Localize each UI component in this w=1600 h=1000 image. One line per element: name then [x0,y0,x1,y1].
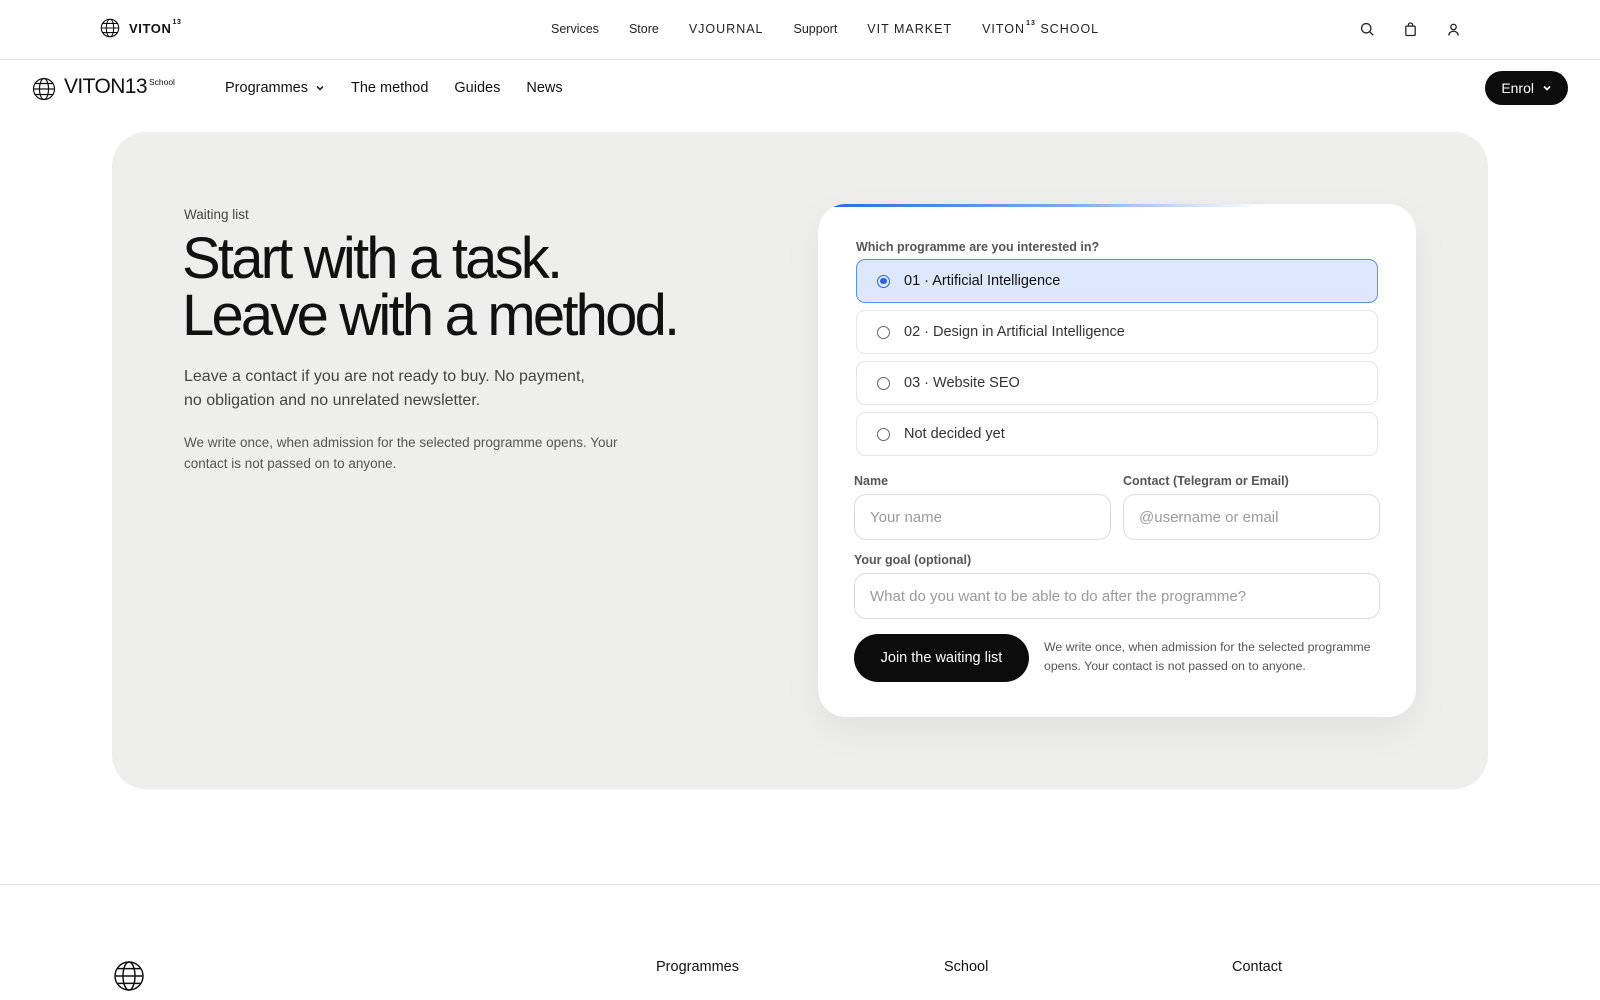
bag-icon[interactable] [1402,21,1419,38]
nav-programmes-label: Programmes [225,80,308,96]
brand-suffix: School [148,77,175,87]
nav-services[interactable]: Services [551,22,599,36]
programme-option-website-seo[interactable]: 03 · Website SEO [856,361,1378,405]
school-nav: VITON13 School Programmes The method Gui… [0,60,1600,118]
lead-text: Leave a contact if you are not ready to … [184,368,585,409]
option-label: 01 · Artificial Intelligence [904,273,1061,289]
footer-col-contact: Contact [1232,959,1282,975]
accent-bar [832,204,1262,207]
waiting-list-hero: Waiting list Start with a task. Leave wi… [112,132,1488,789]
headline-line-2: Leave with a method. [182,283,680,348]
footer: Programmes School Contact [0,884,1600,1000]
waiting-list-form: Which programme are you interested in? 0… [818,204,1416,717]
global-nav: Services Store VJOURNAL Support VIT MARK… [551,20,1099,36]
headline-line-1: Start with a task. [182,226,563,291]
programme-option-not-decided[interactable]: Not decided yet [856,412,1378,456]
programme-question: Which programme are you interested in? [856,240,1100,254]
join-waiting-list-button[interactable]: Join the waiting list [854,634,1029,682]
option-label: 03 · Website SEO [904,375,1020,391]
footer-col-programmes: Programmes [656,959,739,975]
nav-programmes[interactable]: Programmes [225,80,325,96]
enrol-button[interactable]: Enrol [1485,71,1568,105]
global-topbar: VITON13 Services Store VJOURNAL Support … [0,0,1600,60]
form-privacy-note: We write once, when admission for the se… [1044,640,1371,673]
programme-option-ai[interactable]: 01 · Artificial Intelligence [856,259,1378,303]
footer-col-school: School [944,959,989,975]
nav-vjournal[interactable]: VJOURNAL [689,22,764,36]
programme-options: 01 · Artificial Intelligence 02 · Design… [856,259,1378,463]
search-icon[interactable] [1359,21,1376,38]
nav-guides[interactable]: Guides [454,80,500,96]
name-label: Name [854,474,889,488]
goal-label: Your goal (optional) [854,553,972,567]
nav-store[interactable]: Store [629,22,659,36]
globe-icon [32,77,56,101]
radio-button[interactable] [877,427,890,441]
viton-logo[interactable]: VITON13 [100,18,182,38]
option-label: Not decided yet [904,426,1005,442]
contact-label: Contact (Telegram or Email) [1123,474,1289,488]
name-field[interactable] [854,494,1111,540]
page-title: Start with a task. Leave with a method. [182,226,742,348]
radio-button[interactable] [877,325,890,339]
enrol-label: Enrol [1501,80,1534,96]
programme-option-design-ai[interactable]: 02 · Design in Artificial Intelligence [856,310,1378,354]
option-label: 02 · Design in Artificial Intelligence [904,324,1125,340]
goal-field[interactable] [854,573,1380,619]
topbar-icons [1359,21,1462,38]
brand-name: VITON13 [129,18,182,36]
globe-icon[interactable] [113,960,145,992]
nav-the-method[interactable]: The method [351,80,428,96]
chevron-down-icon [316,85,324,91]
eyebrow: Waiting list [184,207,249,222]
main-nav: Programmes The method Guides News [225,80,563,96]
globe-icon [100,18,120,38]
nav-vit-market[interactable]: VIT MARKET [867,22,952,36]
nav-viton-school[interactable]: VITON13 SCHOOL [982,20,1099,36]
radio-button[interactable] [877,274,890,288]
chevron-down-icon [1543,85,1551,91]
nav-news[interactable]: News [526,80,562,96]
user-icon[interactable] [1445,21,1462,38]
privacy-note: We write once, when admission for the se… [184,435,618,471]
viton13-school-logo[interactable]: VITON13 School [32,75,175,101]
nav-support[interactable]: Support [794,22,838,36]
radio-button[interactable] [877,376,890,390]
contact-field[interactable] [1123,494,1380,540]
brand-name: VITON13 [64,75,148,98]
